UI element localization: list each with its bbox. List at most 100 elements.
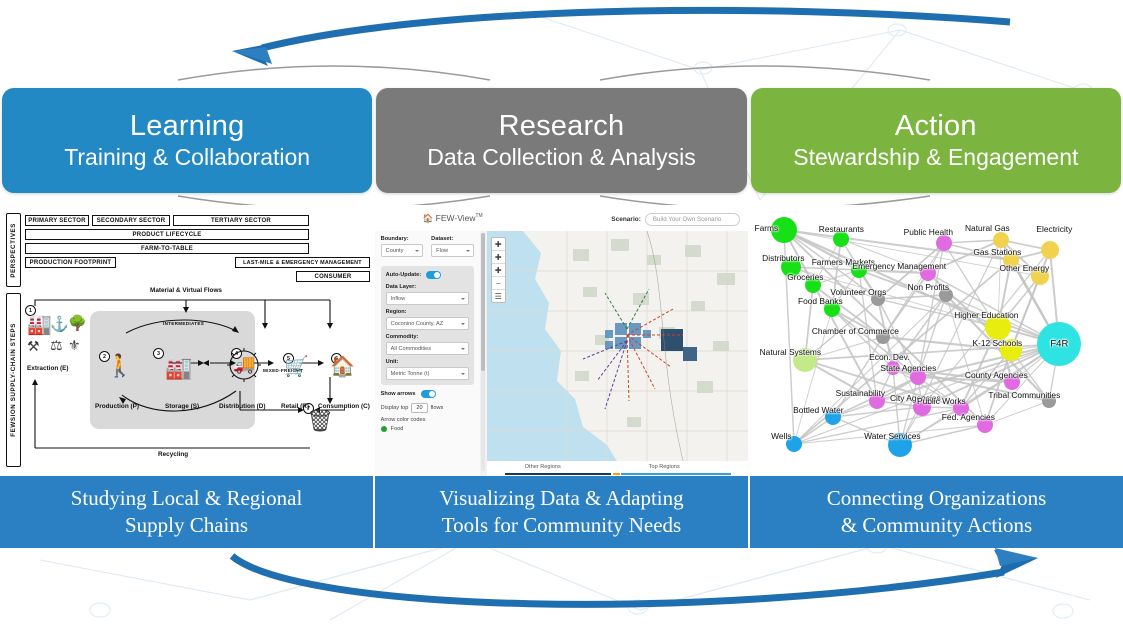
bottom-cycle-arrow xyxy=(229,548,1038,608)
panel-row: PERSPECTIVES FEWSION SUPPLY-CHAIN STEPS … xyxy=(0,205,1123,477)
pillar-research-title: Research xyxy=(498,109,625,142)
field-dataset-label: Dataset: xyxy=(431,236,454,242)
pillar-action[interactable]: Action Stewardship & Engagement xyxy=(750,88,1121,193)
network-node-label: Other Energy xyxy=(999,263,1050,273)
field-boundary-label: Boundary: xyxy=(380,236,409,242)
caption-research: Visualizing Data & Adapting Tools for Com… xyxy=(375,476,750,548)
tab-other-regions[interactable]: Other Regions xyxy=(525,464,561,470)
step-label-extraction: Extraction (E) xyxy=(27,365,69,372)
few-view-tm: TM xyxy=(475,213,483,220)
sidebar-scrollbar[interactable] xyxy=(480,233,485,471)
region-select[interactable]: Coconino County, AZ xyxy=(385,317,469,330)
pillar-research[interactable]: Research Data Collection & Analysis xyxy=(376,88,747,193)
label-intermediates: INTERMEDIATES xyxy=(163,321,205,326)
data-layer-select[interactable]: Inflow xyxy=(385,292,469,305)
network-node-label: Emergency Management xyxy=(852,261,947,271)
network-node-label: Wells xyxy=(771,431,792,441)
network-node-label: Public Works xyxy=(916,396,966,406)
network-node-label: Natural Gas xyxy=(965,223,1010,233)
scenario-input[interactable]: Build Your Own Scenario xyxy=(644,213,741,226)
auto-update-label: Auto-Update: xyxy=(385,272,422,278)
field-data-layer: Data Layer: Inflow xyxy=(385,284,469,305)
network-node-label: Fed. Agencies xyxy=(941,412,995,422)
few-view-body: Boundary: County Dataset: Flow Auto-Upda… xyxy=(374,231,749,477)
network-node-label: Natural Systems xyxy=(759,347,822,357)
derrick-icon: ⚖ xyxy=(50,337,63,353)
map-zoom-controls[interactable]: ✚ ✚ ✚ − ☰ xyxy=(490,237,506,303)
forest-icon: 🌳 xyxy=(68,315,87,332)
pillar-learning-subtitle: Training & Collaboration xyxy=(64,144,311,171)
field-region-label: Region: xyxy=(385,309,407,315)
oil-rig-icon: ⚓ xyxy=(50,316,69,333)
label-recycling: Recycling xyxy=(158,451,189,458)
step-label-production: Production (P) xyxy=(95,403,140,410)
home-icon[interactable]: 🏠 xyxy=(423,213,434,223)
display-top-row: Display top 20 flows xyxy=(381,403,474,413)
field-region: Region: Coconino County, AZ xyxy=(385,309,469,330)
field-commodity-label: Commodity: xyxy=(385,334,419,340)
step-label-consumption: Consumption (C) xyxy=(318,403,370,410)
network-labels: Farms Restaurants Farmers Markets Distribut… xyxy=(748,205,1123,477)
field-unit: Unit: Metric Tonne (t) xyxy=(385,359,469,380)
legend-food-label: Food xyxy=(390,426,404,432)
tab-top-regions[interactable]: Top Regions xyxy=(649,464,680,470)
network-node-label: Non Profits xyxy=(907,282,950,292)
pillar-row: Learning Training & Collaboration Resear… xyxy=(0,88,1123,193)
worker-icon: 🚶 xyxy=(106,353,134,378)
step-number-3: 3 xyxy=(153,348,164,359)
field-dataset: Dataset: Flow xyxy=(431,236,474,257)
map-graphics xyxy=(486,231,749,477)
factory-icon: 🏭 xyxy=(27,314,52,336)
caption-research-line2: Tools for Community Needs xyxy=(441,513,682,537)
house-icon: 🏠 xyxy=(330,356,355,378)
unit-select[interactable]: Metric Tonne (t) xyxy=(385,367,469,380)
step-label-retail: Retail (R) xyxy=(281,403,310,410)
network-node-label: Distributors xyxy=(762,253,805,263)
layer-settings-group: Auto-Update: Data Layer: Inflow Region: … xyxy=(380,266,474,385)
show-arrows-toggle[interactable] xyxy=(420,390,436,398)
zoom-reset-button[interactable]: ✚ xyxy=(491,264,505,277)
zoom-pan-button[interactable]: ✚ xyxy=(491,251,505,264)
few-view-brand-label: FEW-View xyxy=(435,213,476,223)
zoom-in-button[interactable]: ✚ xyxy=(491,238,505,251)
network-node-label: Volunteer Orgs xyxy=(830,287,887,297)
caption-learning-line1: Studying Local & Regional xyxy=(70,486,303,511)
recycling-person-icon: 🗑 xyxy=(306,408,334,433)
auto-update-row[interactable]: Auto-Update: xyxy=(386,271,469,279)
network-node-label: Chamber of Commerce xyxy=(811,326,899,336)
auto-update-toggle[interactable] xyxy=(426,271,442,279)
few-view-brand[interactable]: 🏠 FEW-ViewTM xyxy=(423,213,483,224)
field-commodity: Commodity: All Commodities xyxy=(385,334,469,355)
panel-few-view: 🏠 FEW-ViewTM Scenario: Build Your Own Sc… xyxy=(373,205,749,477)
map-canvas[interactable]: ✚ ✚ ✚ − ☰ Other Regions Top Regions xyxy=(486,231,749,477)
network-node-label: Water Services xyxy=(864,431,921,441)
pillar-action-title: Action xyxy=(894,109,977,142)
network-node-label: F4R xyxy=(1050,338,1069,350)
network-node-label: Higher Education xyxy=(954,310,1019,320)
boundary-select[interactable]: County xyxy=(380,244,424,257)
few-view-topbar: 🏠 FEW-ViewTM Scenario: Build Your Own Sc… xyxy=(374,205,749,231)
caption-row: Studying Local & Regional Supply Chains V… xyxy=(0,476,1123,548)
zoom-out-button[interactable]: − xyxy=(491,277,505,290)
field-data-layer-label: Data Layer: xyxy=(385,284,417,290)
field-boundary: Boundary: County xyxy=(380,236,424,257)
scenario-control[interactable]: Scenario: Build Your Own Scenario xyxy=(611,213,741,226)
commodity-select[interactable]: All Commodities xyxy=(385,342,469,355)
tab-underline-other xyxy=(504,473,611,475)
pillar-learning[interactable]: Learning Training & Collaboration xyxy=(2,88,373,193)
panel-network: Farms Restaurants Farmers Markets Distribut… xyxy=(748,205,1123,477)
step-label-distribution: Distribution (D) xyxy=(219,403,266,410)
network-node-label: State Agencies xyxy=(880,363,937,373)
network-node-label: County Agencies xyxy=(964,370,1028,380)
step-label-storage: Storage (S) xyxy=(165,403,200,410)
network-graph[interactable]: Farms Restaurants Farmers Markets Distribut… xyxy=(748,205,1123,477)
display-top-prefix: Display top xyxy=(380,405,409,411)
mining-icon: ⚒ xyxy=(27,338,40,354)
network-node-label: Tribal Communities xyxy=(988,390,1061,400)
dataset-select[interactable]: Flow xyxy=(431,244,474,257)
infographic-stage: Learning Training & Collaboration Resear… xyxy=(0,0,1123,627)
show-arrows-row[interactable]: Show arrows xyxy=(381,390,474,398)
display-top-input[interactable]: 20 xyxy=(411,403,428,413)
network-node-label: Econ. Dev. xyxy=(869,352,910,362)
map-layers-button[interactable]: ☰ xyxy=(492,290,505,302)
